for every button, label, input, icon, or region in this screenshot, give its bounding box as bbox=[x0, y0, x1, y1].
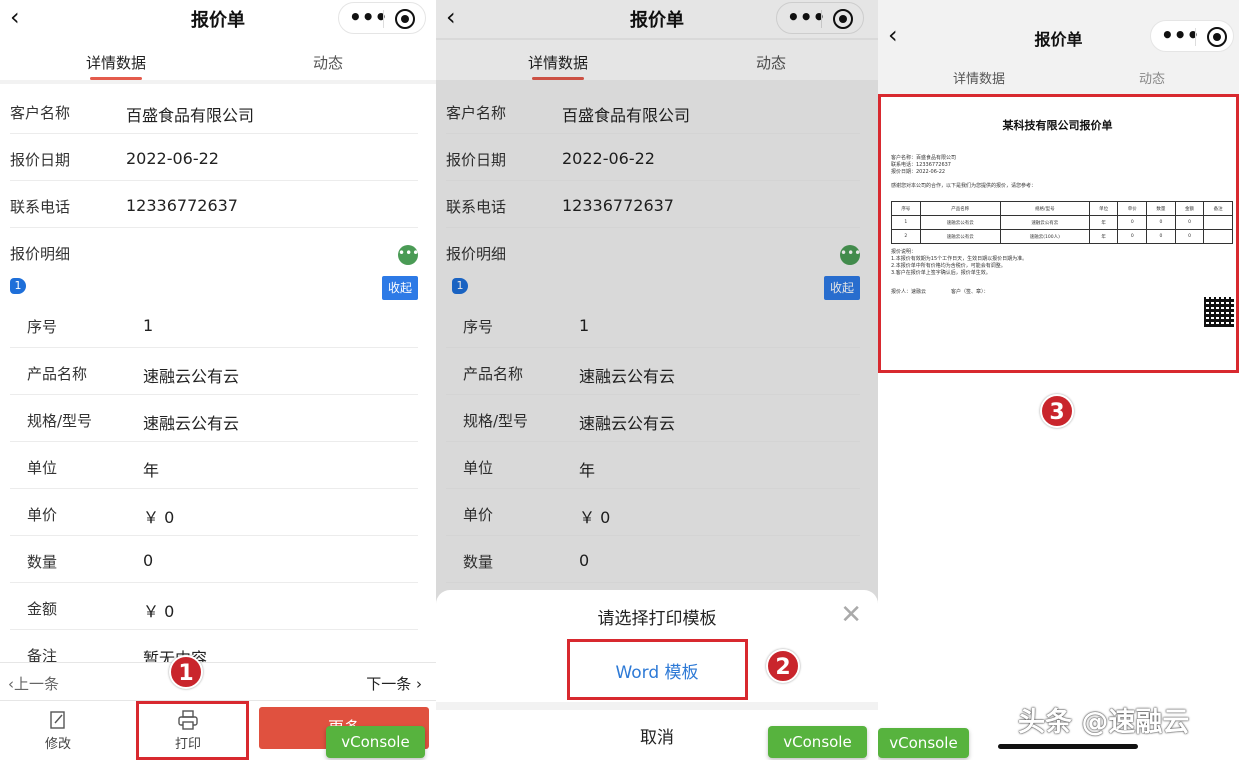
print-template-panel: ‹ 报价单 ••• 详情数据 动态 客户名称 百盛食品有限公司 报价日期 202… bbox=[436, 0, 878, 760]
next-label: 下一条 bbox=[366, 675, 412, 693]
highlight-word-template bbox=[567, 639, 748, 700]
item-index-badge: 1 bbox=[10, 278, 26, 294]
item-label: 单位 bbox=[27, 459, 58, 477]
tab-details[interactable]: 详情数据 bbox=[86, 52, 146, 80]
item-row: 单价 ￥ 0 bbox=[10, 489, 418, 536]
highlight-document bbox=[878, 94, 1239, 373]
item-label: 数量 bbox=[27, 553, 58, 571]
more-icon[interactable]: ••• bbox=[398, 245, 419, 265]
edit-icon bbox=[50, 711, 65, 729]
tab-bar: 详情数据 动态 bbox=[878, 58, 1239, 94]
item-row: 序号 1 bbox=[10, 301, 418, 348]
field-value: 百盛食品有限公司 bbox=[126, 106, 255, 125]
item-label: 序号 bbox=[27, 318, 58, 336]
prev-record-link[interactable]: ‹上一条 bbox=[8, 673, 59, 694]
item-row: 数量 0 bbox=[10, 536, 418, 583]
home-indicator bbox=[998, 744, 1138, 749]
vconsole-button[interactable]: vConsole bbox=[768, 726, 867, 758]
vconsole-button[interactable]: vConsole bbox=[878, 728, 969, 758]
field-label: 联系电话 bbox=[10, 198, 71, 216]
item-row: 金额 ￥ 0 bbox=[10, 583, 418, 630]
step-marker-1: 1 bbox=[169, 655, 203, 689]
close-icon[interactable]: ✕ bbox=[840, 602, 862, 628]
composite-screenshot: ‹ 报价单 ••• 详情数据 动态 客户名称 百盛食品有限公司 报价日期 202… bbox=[0, 0, 1239, 760]
record-pager: ‹上一条 下一条 › bbox=[0, 662, 436, 700]
mini-program-capsule: ••• bbox=[1150, 20, 1234, 52]
fold-button[interactable]: 收起 bbox=[382, 276, 418, 300]
next-record-link[interactable]: 下一条 › bbox=[366, 673, 422, 694]
highlight-print bbox=[136, 701, 249, 760]
prev-label: 上一条 bbox=[14, 675, 60, 693]
print-preview-panel: ‹ 报价单 ••• 详情数据 动态 某科技有限公司报价单 客户名称：百盛食品有限… bbox=[878, 0, 1239, 760]
sheet-divider bbox=[436, 702, 878, 710]
sheet-title: 请选择打印模板 bbox=[597, 609, 717, 629]
field-row: 客户名称 百盛食品有限公司 bbox=[10, 87, 418, 134]
field-row: 报价日期 2022-06-22 bbox=[10, 134, 418, 181]
item-value: 速融云公有云 bbox=[143, 414, 240, 433]
item-label: 产品名称 bbox=[27, 365, 88, 383]
item-row: 规格/型号 速融云公有云 bbox=[10, 395, 418, 442]
field-row: 联系电话 12336772637 bbox=[10, 181, 418, 228]
tab-activity[interactable]: 动态 bbox=[313, 52, 343, 73]
item-value: 年 bbox=[143, 461, 160, 480]
capsule-divider bbox=[1195, 28, 1196, 46]
field-label: 报价日期 bbox=[10, 151, 71, 169]
more-dots-icon[interactable]: ••• bbox=[1161, 23, 1199, 47]
item-label: 金额 bbox=[27, 600, 58, 618]
edit-button[interactable]: 修改 bbox=[28, 709, 88, 752]
item-value: ￥ 0 bbox=[143, 508, 175, 527]
tab-bar: 详情数据 动态 bbox=[0, 40, 436, 84]
item-label: 单价 bbox=[27, 506, 58, 524]
tab-activity[interactable]: 动态 bbox=[1139, 68, 1165, 87]
close-target-icon[interactable] bbox=[395, 9, 415, 29]
item-row: 单位 年 bbox=[10, 442, 418, 489]
more-dots-icon[interactable]: ••• bbox=[349, 5, 387, 29]
item-value: 1 bbox=[143, 316, 154, 335]
detail-panel: ‹ 报价单 ••• 详情数据 动态 客户名称 百盛食品有限公司 报价日期 202… bbox=[0, 0, 436, 760]
mini-program-capsule: ••• bbox=[338, 2, 426, 34]
field-value: 12336772637 bbox=[126, 196, 238, 215]
item-row: 产品名称 速融云公有云 bbox=[10, 348, 418, 395]
item-value: 速融云公有云 bbox=[143, 367, 240, 386]
section-label: 报价明细 bbox=[10, 245, 71, 263]
step-marker-3: 3 bbox=[1040, 394, 1074, 428]
item-label: 规格/型号 bbox=[27, 412, 93, 430]
item-value: 0 bbox=[143, 551, 154, 570]
edit-label: 修改 bbox=[44, 737, 71, 752]
close-target-icon[interactable] bbox=[1207, 27, 1227, 47]
capsule-divider bbox=[383, 10, 384, 28]
field-label: 客户名称 bbox=[10, 104, 71, 122]
nav-bar: ‹ 报价单 ••• bbox=[878, 0, 1239, 58]
watermark: 头条 @速融云 bbox=[1018, 707, 1190, 738]
nav-bar: ‹ 报价单 ••• bbox=[0, 0, 436, 38]
step-marker-2: 2 bbox=[766, 649, 800, 683]
item-value: ￥ 0 bbox=[143, 602, 175, 621]
tab-details[interactable]: 详情数据 bbox=[953, 68, 1005, 87]
vconsole-button[interactable]: vConsole bbox=[326, 726, 425, 758]
field-value: 2022-06-22 bbox=[126, 149, 219, 168]
